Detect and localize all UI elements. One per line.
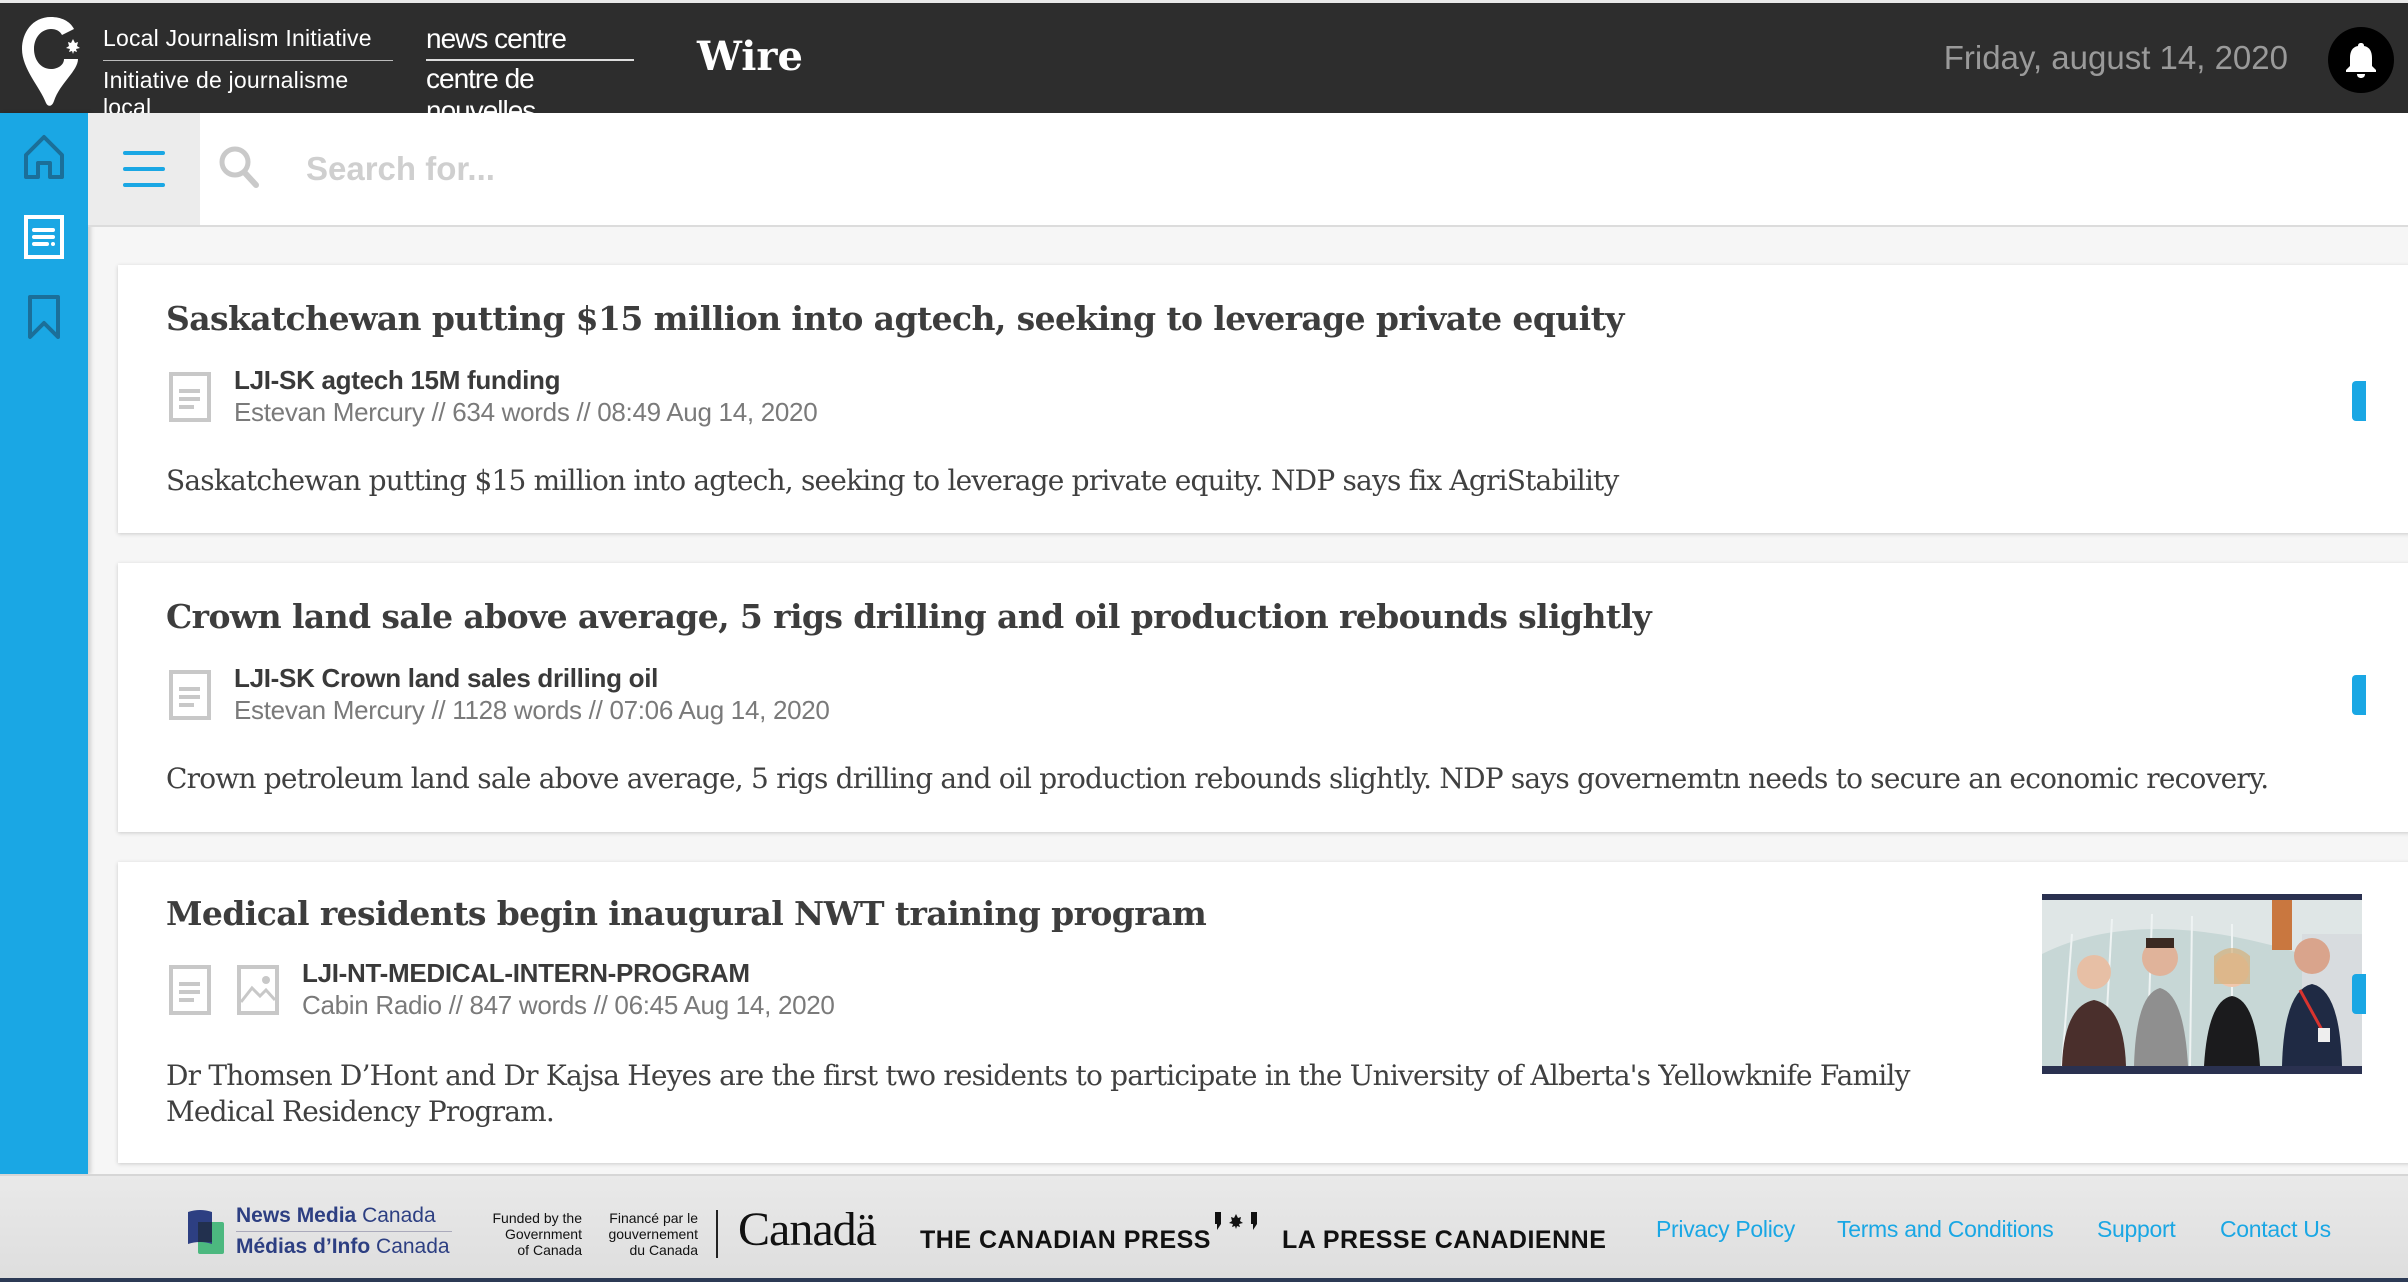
- sidebar: [0, 113, 88, 1174]
- sidebar-item-stories[interactable]: [10, 205, 78, 269]
- contact-us-link[interactable]: Contact Us: [2220, 1216, 2331, 1243]
- funded-line: du Canada: [629, 1242, 698, 1258]
- article-title[interactable]: Medical residents begin inaugural NWT tr…: [166, 894, 1207, 933]
- nmc-en-light: Canada: [362, 1204, 436, 1227]
- nmc-en-bold: News Media: [236, 1204, 357, 1227]
- canada-wordmark: Canadä: [738, 1203, 877, 1256]
- article-slug: LJI-SK Crown land sales drilling oil: [234, 663, 659, 693]
- search-bar: [88, 113, 2408, 227]
- article-meta: Estevan Mercury // 1128 words // 07:06 A…: [234, 695, 830, 725]
- article-card[interactable]: Saskatchewan putting $15 million into ag…: [118, 265, 2408, 533]
- hamburger-menu-icon: [123, 151, 165, 187]
- sidebar-item-home[interactable]: [10, 125, 78, 189]
- news-media-canada-mark-icon: [188, 1210, 224, 1254]
- bookmark-icon: [28, 295, 60, 339]
- funded-by-fr: Financé par le gouvernement du Canada: [596, 1210, 698, 1258]
- divider: [716, 1210, 718, 1258]
- terms-and-conditions-link[interactable]: Terms and Conditions: [1837, 1216, 2054, 1243]
- funded-by-en: Funded by the Government of Canada: [482, 1210, 582, 1258]
- article-summary: Saskatchewan putting $15 million into ag…: [166, 464, 1619, 497]
- funded-line: Government: [504, 1226, 582, 1242]
- app-title: Wire: [697, 33, 803, 80]
- text-document-icon: [169, 372, 211, 422]
- article-title[interactable]: Saskatchewan putting $15 million into ag…: [166, 299, 1624, 338]
- document-icon: [24, 215, 64, 259]
- article-summary: Dr Thomsen D’Hont and Dr Kajsa Heyes are…: [166, 1059, 1910, 1128]
- nmc-fr-bold: Médias d’Info: [236, 1235, 371, 1258]
- canadian-press-en: THE CANADIAN PRESS: [920, 1226, 1211, 1254]
- news-centre-wordmark: news centre centre de nouvelles: [426, 23, 634, 127]
- article-slug: LJI-SK agtech 15M funding: [234, 365, 561, 395]
- card-action-tab[interactable]: [2352, 675, 2366, 715]
- sidebar-item-bookmarks[interactable]: [10, 285, 78, 349]
- article-card[interactable]: Medical residents begin inaugural NWT tr…: [118, 862, 2408, 1163]
- news-centre-en: news centre: [426, 23, 634, 61]
- home-icon: [24, 135, 64, 179]
- canadian-press-maple-leaf-icon: [1215, 1212, 1257, 1230]
- lji-logo-icon[interactable]: [18, 13, 84, 107]
- app-header: Local Journalism Initiative Initiative d…: [0, 3, 2408, 126]
- article-title[interactable]: Crown land sale above average, 5 rigs dr…: [166, 597, 1652, 636]
- search-icon[interactable]: [218, 145, 260, 189]
- nmc-fr-light: Canada: [376, 1235, 450, 1258]
- privacy-policy-link[interactable]: Privacy Policy: [1656, 1216, 1795, 1243]
- funded-line: Financé par le: [609, 1210, 698, 1226]
- funded-line: gouvernement: [608, 1226, 698, 1242]
- search-input[interactable]: [306, 139, 2206, 199]
- current-date: Friday, august 14, 2020: [1943, 39, 2288, 76]
- support-link[interactable]: Support: [2097, 1216, 2176, 1243]
- text-document-icon: [169, 670, 211, 720]
- article-meta: Estevan Mercury // 634 words // 08:49 Au…: [234, 397, 818, 427]
- image-attachment-icon: [237, 965, 279, 1015]
- news-media-canada-text: News Media Canada Médias d’Info Canada: [236, 1204, 452, 1259]
- article-thumbnail[interactable]: [2042, 894, 2362, 1074]
- article-slug: LJI-NT-MEDICAL-INTERN-PROGRAM: [302, 958, 750, 988]
- card-action-tab[interactable]: [2352, 974, 2366, 1014]
- canadian-press-fr: LA PRESSE CANADIENNE: [1282, 1226, 1607, 1254]
- lji-wordmark: Local Journalism Initiative Initiative d…: [103, 25, 393, 121]
- funded-line: of Canada: [517, 1242, 582, 1258]
- article-card[interactable]: Crown land sale above average, 5 rigs dr…: [118, 563, 2408, 832]
- card-action-tab[interactable]: [2352, 381, 2366, 421]
- lji-title-en: Local Journalism Initiative: [103, 25, 393, 61]
- funded-line: Funded by the: [492, 1210, 582, 1226]
- footer: News Media Canada Médias d’Info Canada F…: [0, 1174, 2408, 1278]
- notifications-button[interactable]: [2328, 27, 2394, 93]
- article-meta: Cabin Radio // 847 words // 06:45 Aug 14…: [302, 990, 835, 1020]
- group-photo-image: [2042, 894, 2362, 1074]
- article-summary: Crown petroleum land sale above average,…: [166, 762, 2269, 795]
- lji-title-fr: Initiative de journalisme local: [103, 67, 349, 120]
- text-document-icon: [169, 965, 211, 1015]
- bell-icon: [2346, 43, 2376, 78]
- bottom-strip: [0, 1278, 2408, 1282]
- menu-toggle-button[interactable]: [88, 113, 200, 225]
